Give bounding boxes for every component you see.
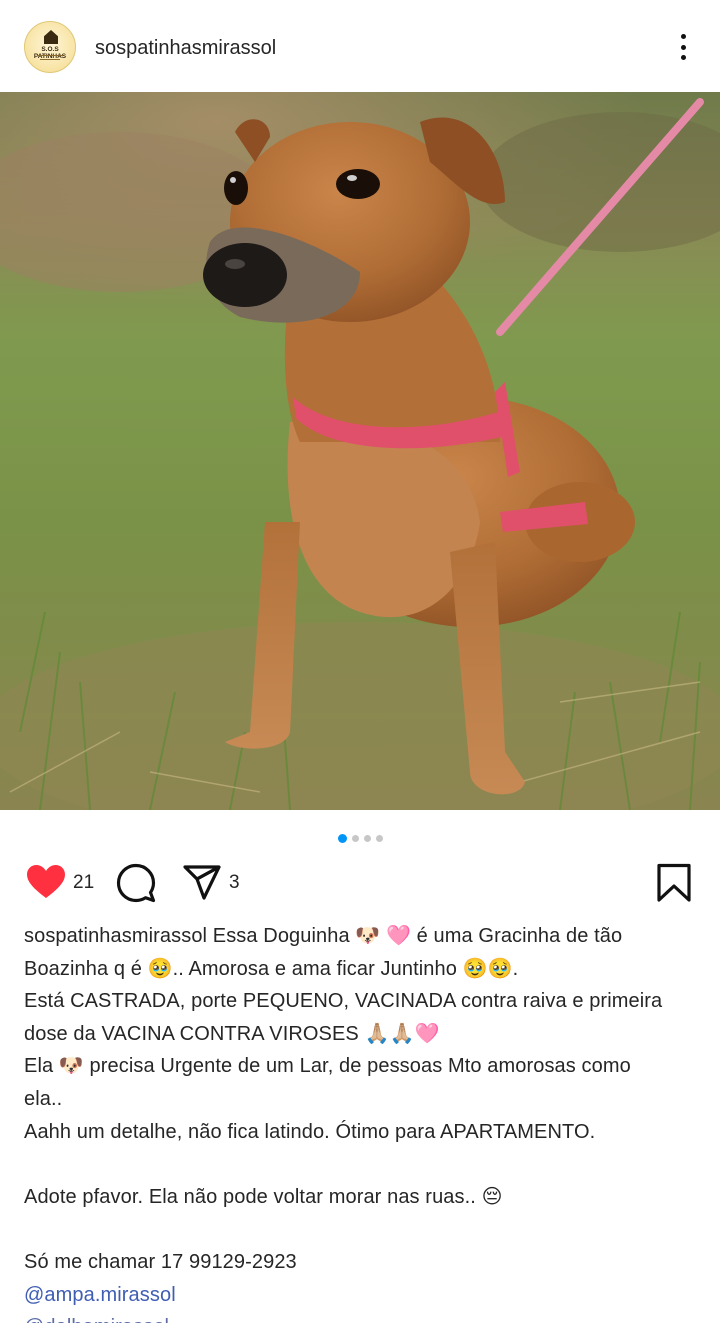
- comment-icon: [116, 863, 156, 903]
- caption-mention-link-cut[interactable]: @dalbamirassol: [24, 1311, 704, 1323]
- caption-line: sospatinhasmirassol Essa Doguinha 🐶 🩷 é …: [24, 920, 704, 953]
- like-button[interactable]: [26, 863, 66, 903]
- more-vertical-icon-dot: [681, 44, 686, 50]
- carousel-dot: [351, 835, 359, 843]
- post-caption: sospatinhasmirassol Essa Doguinha 🐶 🩷 é …: [24, 920, 704, 1323]
- avatar[interactable]: S.O.S PATINHAS: [24, 21, 76, 73]
- caption-line: Boazinha q é 🥹.. Amorosa e ama ficar Jun…: [24, 957, 519, 980]
- send-icon: [183, 865, 221, 900]
- more-vertical-icon: [681, 34, 686, 39]
- carousel-dot: [363, 835, 371, 843]
- post-username[interactable]: sospatinhasmirassol: [95, 36, 276, 60]
- comment-button[interactable]: [116, 863, 156, 903]
- avatar-logo-divider-2: [40, 59, 60, 60]
- share-button[interactable]: [182, 863, 222, 903]
- post-actions: 21 3: [0, 856, 720, 910]
- save-button[interactable]: [654, 863, 694, 903]
- caption-username[interactable]: sospatinhasmirassol: [24, 925, 207, 947]
- caption-line: Está CASTRADA, porte PEQUENO, VACINADA c…: [24, 990, 663, 1013]
- post-image[interactable]: [0, 92, 720, 810]
- carousel-indicator: [0, 830, 720, 844]
- more-options-button[interactable]: [668, 30, 698, 64]
- dog-photo: [0, 92, 720, 810]
- avatar-logo-text: S.O.S PATINHAS: [33, 46, 67, 60]
- carousel-dot-active: [337, 834, 347, 844]
- more-vertical-icon-dot: [681, 55, 686, 60]
- caption-text: Essa Doguinha 🐶 🩷 é uma Gracinha de tão: [207, 925, 623, 947]
- caption-line: Ela 🐶 precisa Urgente de um Lar, de pess…: [24, 1055, 631, 1078]
- caption-line: Só me chamar 17 99129-2923: [24, 1250, 297, 1273]
- likes-count[interactable]: 21: [73, 871, 94, 895]
- heart-filled-icon: [27, 865, 65, 898]
- caption-line: dose da VACINA CONTRA VIROSES 🙏🏼🙏🏼🩷: [24, 1022, 440, 1045]
- caption-mention-link[interactable]: @ampa.mirassol: [24, 1279, 704, 1312]
- house-icon: [44, 30, 58, 44]
- carousel-dot: [375, 835, 383, 843]
- bookmark-icon: [657, 863, 691, 902]
- caption-line: Aahh um detalhe, não fica latindo. Ótimo…: [24, 1120, 596, 1143]
- post-header: S.O.S PATINHAS sospatinhasmirassol: [0, 0, 720, 92]
- shares-count[interactable]: 3: [229, 871, 240, 895]
- avatar-logo-divider: [37, 55, 63, 56]
- caption-line: Adote pfavor. Ela não pode voltar morar …: [24, 1185, 503, 1208]
- caption-line: ela..: [24, 1087, 63, 1110]
